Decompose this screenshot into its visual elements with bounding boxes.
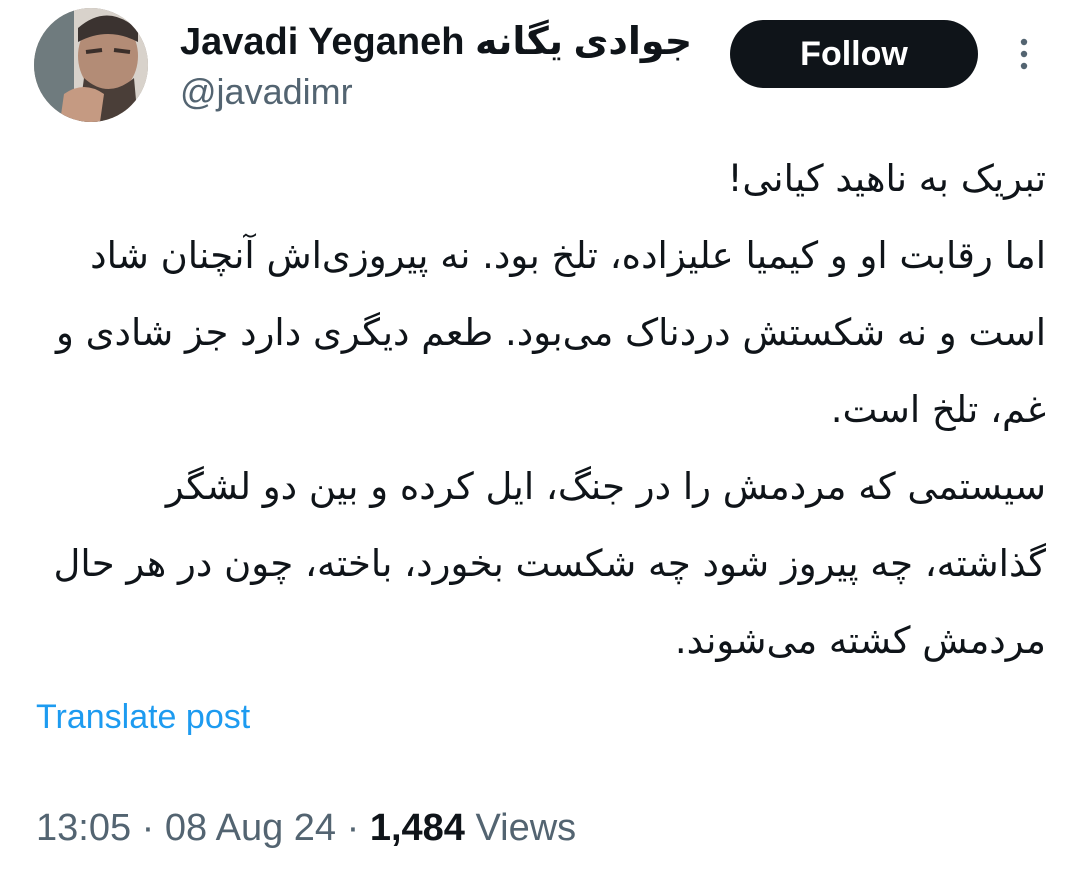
meta-separator: · <box>131 807 165 849</box>
views-label: Views <box>464 807 577 849</box>
tweet-card: Javadi Yeganeh جوادی یگانه @javadimr Fol… <box>0 0 1080 878</box>
more-vertical-icon[interactable] <box>1010 34 1038 74</box>
tweet-time[interactable]: 13:05 <box>36 807 131 849</box>
translate-post-link[interactable]: Translate post <box>36 697 250 737</box>
tweet-text: تبریک به ناهید کیانی! اما رقابت او و کیم… <box>53 157 1046 662</box>
avatar-image <box>34 8 148 122</box>
tweet-meta: 13:05 · 08 Aug 24 · 1,484 Views <box>36 806 576 850</box>
user-handle[interactable]: @javadimr <box>180 70 353 114</box>
views-count: 1,484 <box>369 807 465 849</box>
meta-separator: · <box>336 807 370 849</box>
display-name[interactable]: Javadi Yeganeh جوادی یگانه <box>180 20 692 64</box>
avatar[interactable] <box>34 8 148 122</box>
follow-button[interactable]: Follow <box>730 20 978 88</box>
tweet-date[interactable]: 08 Aug 24 <box>165 807 336 849</box>
